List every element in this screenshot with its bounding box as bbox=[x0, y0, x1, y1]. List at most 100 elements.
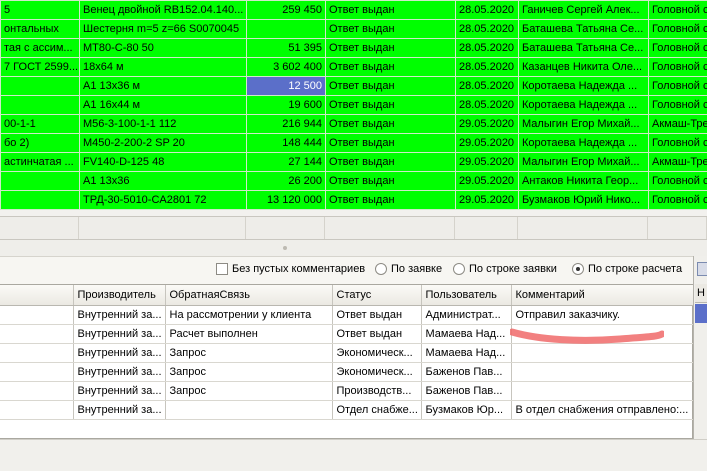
cell-col-name[interactable]: 5 bbox=[0, 0, 80, 20]
cell-col-name[interactable]: онтальных bbox=[0, 19, 80, 39]
top-table-row[interactable]: онтальных Шестерня m=5 z=66 S0070045 Ответ… bbox=[0, 19, 707, 39]
grid-cell[interactable]: Экономическ... bbox=[332, 343, 422, 363]
cell-col-date[interactable]: 28.05.2020 bbox=[455, 95, 519, 115]
cell-col-amount[interactable]: 3 602 400 bbox=[246, 57, 326, 77]
cell-col-org[interactable]: Головной с bbox=[648, 95, 707, 115]
grid-cell[interactable]: Внутренний за... bbox=[73, 324, 166, 344]
cell-col-status[interactable]: Ответ выдан bbox=[325, 171, 456, 191]
cell-col-org[interactable]: Акмаш-Тре bbox=[648, 152, 707, 172]
cell-col-date[interactable]: 29.05.2020 bbox=[455, 114, 519, 134]
cell-col-name[interactable]: тая с ассим... bbox=[0, 38, 80, 58]
cell-col-status[interactable]: Ответ выдан bbox=[325, 76, 456, 96]
right-panel-selected-row[interactable] bbox=[695, 304, 707, 323]
top-table-row[interactable]: тая с ассим... MT80-C-80 50 51 395 Ответ вы… bbox=[0, 38, 707, 58]
selected-cell[interactable]: 12 500 bbox=[246, 76, 326, 96]
grid-header-0[interactable] bbox=[0, 285, 74, 306]
grid-cell[interactable]: Внутренний за... bbox=[73, 381, 166, 401]
top-table-row[interactable]: А1 13х36 26 200 Ответ выдан 29.05.2020 Антак… bbox=[0, 171, 707, 191]
radio-by-request-line[interactable]: По строке заявки bbox=[453, 263, 557, 275]
cell-col-amount[interactable]: 51 395 bbox=[246, 38, 326, 58]
grid-cell[interactable]: В отдел снабжения отправлено:... bbox=[511, 400, 694, 420]
pane-splitter[interactable] bbox=[0, 240, 707, 256]
cell-col-product[interactable]: Шестерня m=5 z=66 S0070045 bbox=[79, 19, 247, 39]
cell-col-date[interactable]: 28.05.2020 bbox=[455, 38, 519, 58]
cell-col-date[interactable]: 29.05.2020 bbox=[455, 152, 519, 172]
cell-col-product[interactable]: M56-3-100-1-1 112 bbox=[79, 114, 247, 134]
grid-cell[interactable] bbox=[511, 324, 694, 344]
cell-col-name[interactable]: 00-1-1 bbox=[0, 114, 80, 134]
grid-header-2[interactable]: ОбратнаяСвязь bbox=[165, 285, 333, 306]
cell-col-status[interactable]: Ответ выдан bbox=[325, 19, 456, 39]
top-table-row[interactable]: А1 16х44 м 19 600 Ответ выдан 28.05.2020 Кор… bbox=[0, 95, 707, 115]
cell-col-name[interactable] bbox=[0, 95, 80, 115]
grid-cell[interactable] bbox=[0, 324, 74, 344]
radio-by-calc-line[interactable]: По строке расчета bbox=[572, 263, 682, 275]
top-table-row[interactable]: 5 Венец двойной RB152.04.140... 259 450 Отв… bbox=[0, 0, 707, 20]
cell-col-product[interactable]: ТРД-30-5010-CA2801 72 bbox=[79, 190, 247, 210]
grid-cell[interactable] bbox=[165, 400, 333, 420]
cell-col-user[interactable]: Малыгин Егор Михай... bbox=[518, 152, 649, 172]
cell-col-name[interactable] bbox=[0, 171, 80, 191]
radio-circle[interactable] bbox=[375, 263, 387, 275]
grid-cell[interactable] bbox=[511, 343, 694, 363]
cell-col-org[interactable]: Головной с bbox=[648, 190, 707, 210]
grid-cell[interactable] bbox=[0, 362, 74, 382]
grid-cell[interactable]: Отдел снабже... bbox=[332, 400, 422, 420]
no-empty-comments-checkbox[interactable]: Без пустых комментариев bbox=[216, 263, 365, 275]
cell-col-user[interactable]: Ганичев Сергей Алек... bbox=[518, 0, 649, 20]
cell-col-product[interactable]: Венец двойной RB152.04.140... bbox=[79, 0, 247, 20]
grid-header-4[interactable]: Пользователь bbox=[421, 285, 512, 306]
grid-row[interactable]: Внутренний за... На рассмотрении у клиент… bbox=[0, 305, 694, 325]
splitter-grip-icon[interactable] bbox=[283, 246, 287, 250]
cell-col-user[interactable]: Антаков Никита Геор... bbox=[518, 171, 649, 191]
grid-row[interactable]: Внутренний за... Запрос Производств... Баже… bbox=[0, 381, 694, 401]
cell-col-org[interactable]: Акмаш-Тре bbox=[648, 114, 707, 134]
cell-col-amount[interactable] bbox=[246, 19, 326, 39]
top-table-row[interactable]: 00-1-1 M56-3-100-1-1 112 216 944 Ответ выда… bbox=[0, 114, 707, 134]
cell-col-user[interactable]: Коротаева Надежда ... bbox=[518, 133, 649, 153]
grid-cell[interactable]: Баженов Пав... bbox=[421, 362, 512, 382]
grid-cell[interactable] bbox=[511, 362, 694, 382]
cell-col-date[interactable]: 28.05.2020 bbox=[455, 0, 519, 20]
cell-col-org[interactable]: Головной с bbox=[648, 76, 707, 96]
cell-col-amount[interactable]: 26 200 bbox=[246, 171, 326, 191]
cell-col-date[interactable]: 29.05.2020 bbox=[455, 171, 519, 191]
cell-col-user[interactable]: Бузмаков Юрий Нико... bbox=[518, 190, 649, 210]
cell-col-user[interactable]: Казанцев Никита Оле... bbox=[518, 57, 649, 77]
checkbox-box[interactable] bbox=[216, 263, 228, 275]
grid-cell[interactable]: Бузмаков Юр... bbox=[421, 400, 512, 420]
grid-cell[interactable]: Отправил заказчику. bbox=[511, 305, 694, 325]
grid-cell[interactable]: Внутренний за... bbox=[73, 305, 166, 325]
grid-cell[interactable]: Запрос bbox=[165, 381, 333, 401]
cell-col-org[interactable]: Головной с bbox=[648, 19, 707, 39]
grid-row[interactable]: Внутренний за... Запрос Экономическ... Мама… bbox=[0, 343, 694, 363]
grid-cell[interactable]: Мамаева Над... bbox=[421, 343, 512, 363]
cell-col-name[interactable] bbox=[0, 190, 80, 210]
cell-col-product[interactable]: А1 13х36 м bbox=[79, 76, 247, 96]
grid-cell[interactable]: Баженов Пав... bbox=[421, 381, 512, 401]
radio-by-request[interactable]: По заявке bbox=[375, 263, 442, 275]
grid-cell[interactable] bbox=[0, 343, 74, 363]
cell-col-date[interactable]: 29.05.2020 bbox=[455, 190, 519, 210]
grid-row[interactable]: Внутренний за... Отдел снабже... Бузмаков … bbox=[0, 400, 694, 420]
cell-col-date[interactable]: 28.05.2020 bbox=[455, 57, 519, 77]
radio-circle-selected[interactable] bbox=[572, 263, 584, 275]
radio-circle[interactable] bbox=[453, 263, 465, 275]
grid-cell[interactable] bbox=[0, 305, 74, 325]
grid-cell[interactable]: Расчет выполнен bbox=[165, 324, 333, 344]
grid-cell[interactable]: Ответ выдан bbox=[332, 324, 422, 344]
cell-col-status[interactable]: Ответ выдан bbox=[325, 190, 456, 210]
cell-col-name[interactable] bbox=[0, 76, 80, 96]
cell-col-name[interactable]: бо 2) bbox=[0, 133, 80, 153]
grid-cell[interactable]: На рассмотрении у клиента bbox=[165, 305, 333, 325]
grid-cell[interactable]: Запрос bbox=[165, 362, 333, 382]
document-icon[interactable] bbox=[697, 262, 707, 276]
cell-col-status[interactable]: Ответ выдан bbox=[325, 95, 456, 115]
cell-col-amount[interactable]: 259 450 bbox=[246, 0, 326, 20]
grid-cell[interactable] bbox=[0, 400, 74, 420]
cell-col-org[interactable]: Головной с bbox=[648, 57, 707, 77]
grid-cell[interactable]: Администрат... bbox=[421, 305, 512, 325]
cell-col-amount[interactable]: 216 944 bbox=[246, 114, 326, 134]
cell-col-status[interactable]: Ответ выдан bbox=[325, 133, 456, 153]
cell-col-user[interactable]: Баташева Татьяна Се... bbox=[518, 19, 649, 39]
